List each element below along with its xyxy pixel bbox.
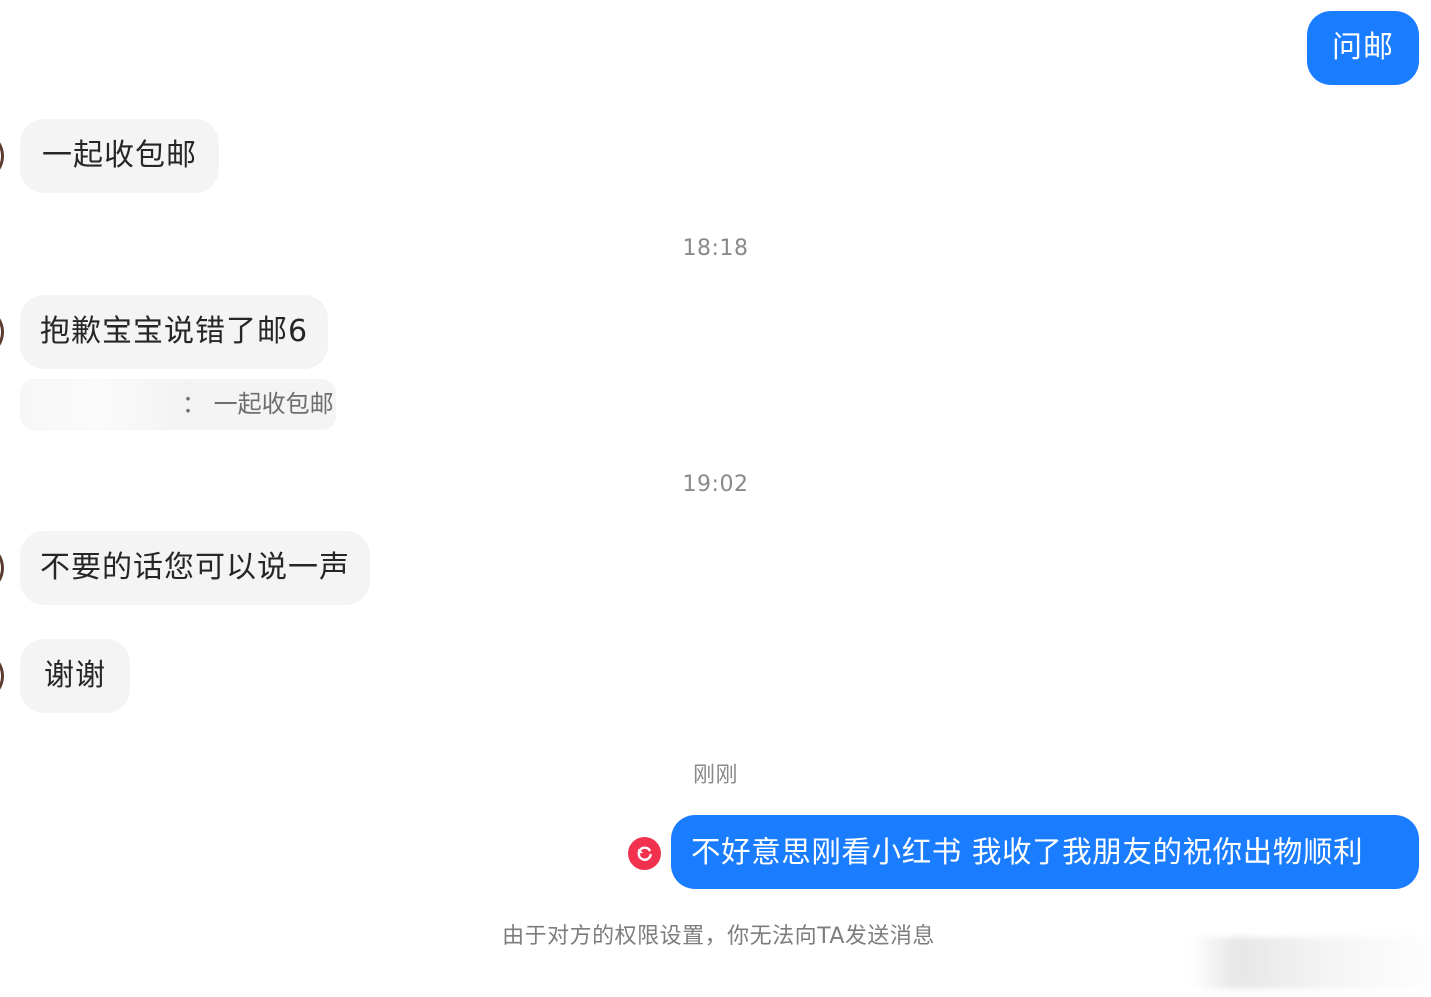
message-bubble-incoming[interactable]: 抱歉宝宝说错了邮6 bbox=[20, 295, 329, 369]
contact-avatar[interactable] bbox=[0, 656, 4, 696]
refresh-icon[interactable] bbox=[628, 837, 661, 870]
message-bubble-incoming[interactable]: 一起收包邮 bbox=[20, 119, 219, 193]
blurred-watermark bbox=[1190, 937, 1425, 989]
contact-avatar[interactable] bbox=[0, 136, 4, 176]
timestamp: 18:18 bbox=[682, 236, 749, 261]
redacted-username bbox=[20, 379, 192, 430]
timestamp: 刚刚 bbox=[692, 763, 738, 788]
refresh-icon-glyph bbox=[637, 846, 652, 861]
contact-avatar[interactable] bbox=[0, 312, 4, 352]
timestamp: 19:02 bbox=[682, 472, 749, 497]
message-bubble-incoming[interactable]: 谢谢 bbox=[20, 639, 130, 713]
message-bubble-outgoing[interactable]: 问邮 bbox=[1307, 11, 1419, 85]
message-bubble-outgoing[interactable]: 不好意思刚看小红书 我收了我朋友的祝你出物顺利 bbox=[671, 815, 1419, 889]
quoted-message-text: ： 一起收包邮 bbox=[182, 390, 334, 418]
contact-avatar[interactable] bbox=[0, 548, 4, 588]
chat-screen: 问邮 一起收包邮 18:18 抱歉宝宝说错了邮6 ： 一起收包邮 19:02 不… bbox=[0, 0, 1431, 997]
message-bubble-incoming[interactable]: 不要的话您可以说一声 bbox=[20, 531, 370, 605]
quoted-message[interactable]: ： 一起收包邮 bbox=[20, 379, 336, 430]
